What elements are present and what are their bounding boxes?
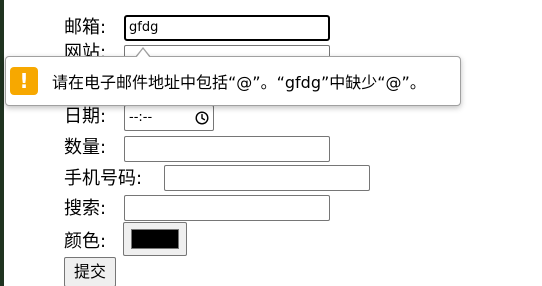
left-border [0,0,4,286]
color-label: 颜色: [64,231,107,252]
search-label: 搜索: [64,198,107,219]
clock-icon[interactable] [195,111,209,125]
phone-label: 手机号码: [64,168,143,189]
color-swatch [131,229,179,249]
email-input[interactable]: gfdg [124,15,330,41]
tooltip-arrow-inner [136,49,150,58]
validation-message: 请在电子邮件地址中包括“@”。“gfdg”中缺少“@”。 [52,73,426,92]
page: 邮箱: gfdg 网站: 日期: --:-- 数量: 手机号码: 搜索: 颜色:… [0,0,542,286]
color-picker[interactable] [123,222,187,256]
submit-button[interactable]: 提交 [64,257,117,286]
warning-icon: ! [10,67,38,95]
quantity-input[interactable] [124,136,330,162]
date-label: 日期: [64,106,107,127]
search-input[interactable] [124,195,330,221]
quantity-label: 数量: [64,137,107,158]
date-input[interactable]: --:-- [124,105,214,131]
phone-input[interactable] [164,165,370,191]
validation-tooltip: ! 请在电子邮件地址中包括“@”。“gfdg”中缺少“@”。 [5,56,461,106]
date-value: --:-- [129,110,153,125]
email-label: 邮箱: [64,17,107,38]
